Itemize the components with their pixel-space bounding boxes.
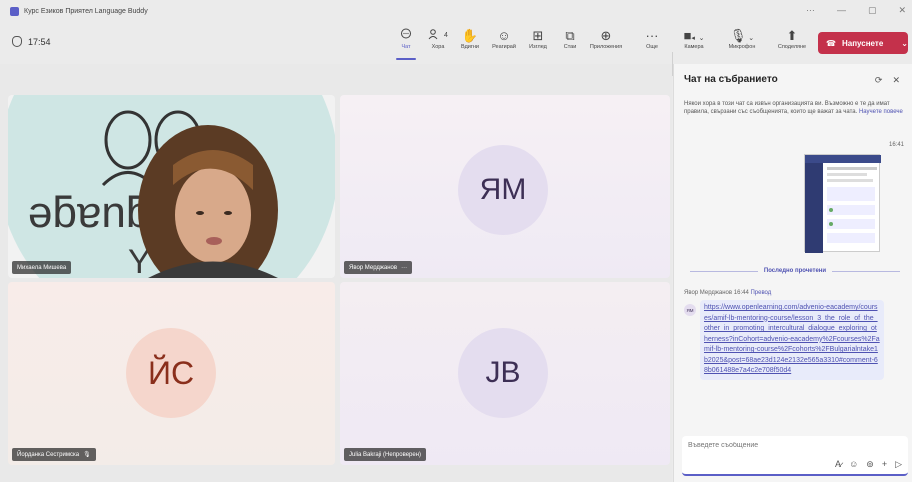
microphone-icon: 🎙 ⌄ [729,28,755,43]
camera-button[interactable]: ■◂ ⌄ Камера [674,28,714,50]
chevron-down-icon[interactable]: ⌄ [901,39,908,48]
participant-tile[interactable]: ЙС Йорданка Сестримска 🎙 [8,282,335,465]
microphone-button[interactable]: 🎙 ⌄ Микрофон [722,28,762,50]
hand-icon: ✋ [461,28,479,43]
translate-link[interactable]: Превод [750,290,771,296]
video-stage: ǝƃɐnƃuɐ˥ Y Михаела Мишева ЯМ Явор Мерджа… [0,64,672,482]
camera-icon: ■◂ ⌄ [683,28,705,43]
avatar: ЙС [126,328,216,418]
window-controls: ··· — ▢ ✕ [806,5,906,16]
more-options-window-button[interactable]: ··· [806,5,815,16]
more-button[interactable]: ··· Още [632,28,672,50]
chevron-down-icon: ⌄ [746,35,755,42]
avatar: ЯМ [458,145,548,235]
maximize-button[interactable]: ▢ [868,5,877,16]
chat-title: Чат на събранието [684,74,778,85]
rooms-button[interactable]: ⧉ Стаи [550,28,590,50]
learn-more-link[interactable]: Научете повече [859,109,903,115]
avatar: ЯМ [684,304,696,316]
more-dots-icon: ··· [645,28,659,43]
close-icon[interactable]: ✕ [892,75,900,86]
participant-tile[interactable]: ЯМ Явор Мерджанов ··· [340,95,670,278]
last-read-divider: Последно прочетени [684,268,906,274]
participant-nameplate: Йорданка Сестримска 🎙 [12,448,96,461]
participant-tile[interactable]: ǝƃɐnƃuɐ˥ Y Михаела Мишева [8,95,335,278]
participant-nameplate: Julia Bakraji (Непроверен) [344,448,427,461]
screenshot-thumbnail [805,155,881,253]
chevron-down-icon: ⌄ [698,35,705,42]
share-screen-icon: ⬆ [786,28,798,43]
plus-icon[interactable]: + [882,459,887,470]
loop-icon[interactable]: ⊚ [866,459,874,470]
participant-nameplate: Явор Мерджанов ··· [344,261,413,274]
shared-screenshot-image[interactable] [804,154,881,253]
close-window-button[interactable]: ✕ [898,5,906,16]
add-apps-icon: ⊕ [600,28,612,43]
participant-tile[interactable]: JB Julia Bakraji (Непроверен) [340,282,670,465]
more-dots-icon[interactable]: ··· [401,265,407,271]
format-icon[interactable]: A̷ [835,459,841,470]
compose-box[interactable]: A̷ ☺ ⊚ + ▷ [682,436,908,476]
shared-image-time: 16:41 [888,142,904,148]
window-title: Курс Езиков Приятел Language Buddy [24,7,148,15]
minimize-button[interactable]: — [837,5,846,16]
chat-message-link[interactable]: https://www.openlearning.com/advenio-eac… [700,300,884,380]
people-icon: 4 [428,28,448,44]
meeting-chat-panel: Чат на събранието ⟳ ✕ Някои хора в този … [673,64,912,482]
participant-nameplate: Михаела Мишева [12,261,72,274]
grid-icon: ⊞ [532,28,544,43]
phone-icon: ☎ [826,38,836,48]
popout-icon[interactable]: ⟳ [875,75,883,86]
compose-actions: A̷ ☺ ⊚ + ▷ [835,459,902,470]
chat-header-actions: ⟳ ✕ [875,75,900,86]
meeting-timer: 17:54 [12,36,51,47]
emoji-icon[interactable]: ☺ [849,459,858,470]
title-bar: Курс Езиков Приятел Language Buddy ··· —… [0,0,912,22]
mic-muted-icon: 🎙 [83,452,91,458]
smiley-icon: ☺ [497,28,511,43]
participant-video: ǝƃɐnƃuɐ˥ Y [8,95,335,278]
leave-button[interactable]: ☎ Напуснете ⌄ [818,32,908,54]
external-users-notice: Някои хора в този чат са извън организац… [684,101,903,115]
teams-app-icon [10,6,19,16]
send-icon[interactable]: ▷ [895,459,902,470]
avatar: JB [458,328,548,418]
message-input[interactable] [688,442,898,449]
apps-button[interactable]: ⊕ Приложения [586,28,626,50]
shield-icon [12,36,22,47]
people-count: 4 [444,32,448,39]
chat-icon [400,28,412,44]
message-meta: Явор Мерджанов 16:44 Превод [684,290,772,296]
share-button[interactable]: ⬆ Споделяне [772,28,812,50]
rooms-icon: ⧉ [565,28,575,43]
meeting-toolbar: 17:54 Чат 4 Хора ✋ Вдигни ☺ Реагирай ⊞ И… [0,22,912,76]
meeting-timer-text: 17:54 [28,36,51,47]
